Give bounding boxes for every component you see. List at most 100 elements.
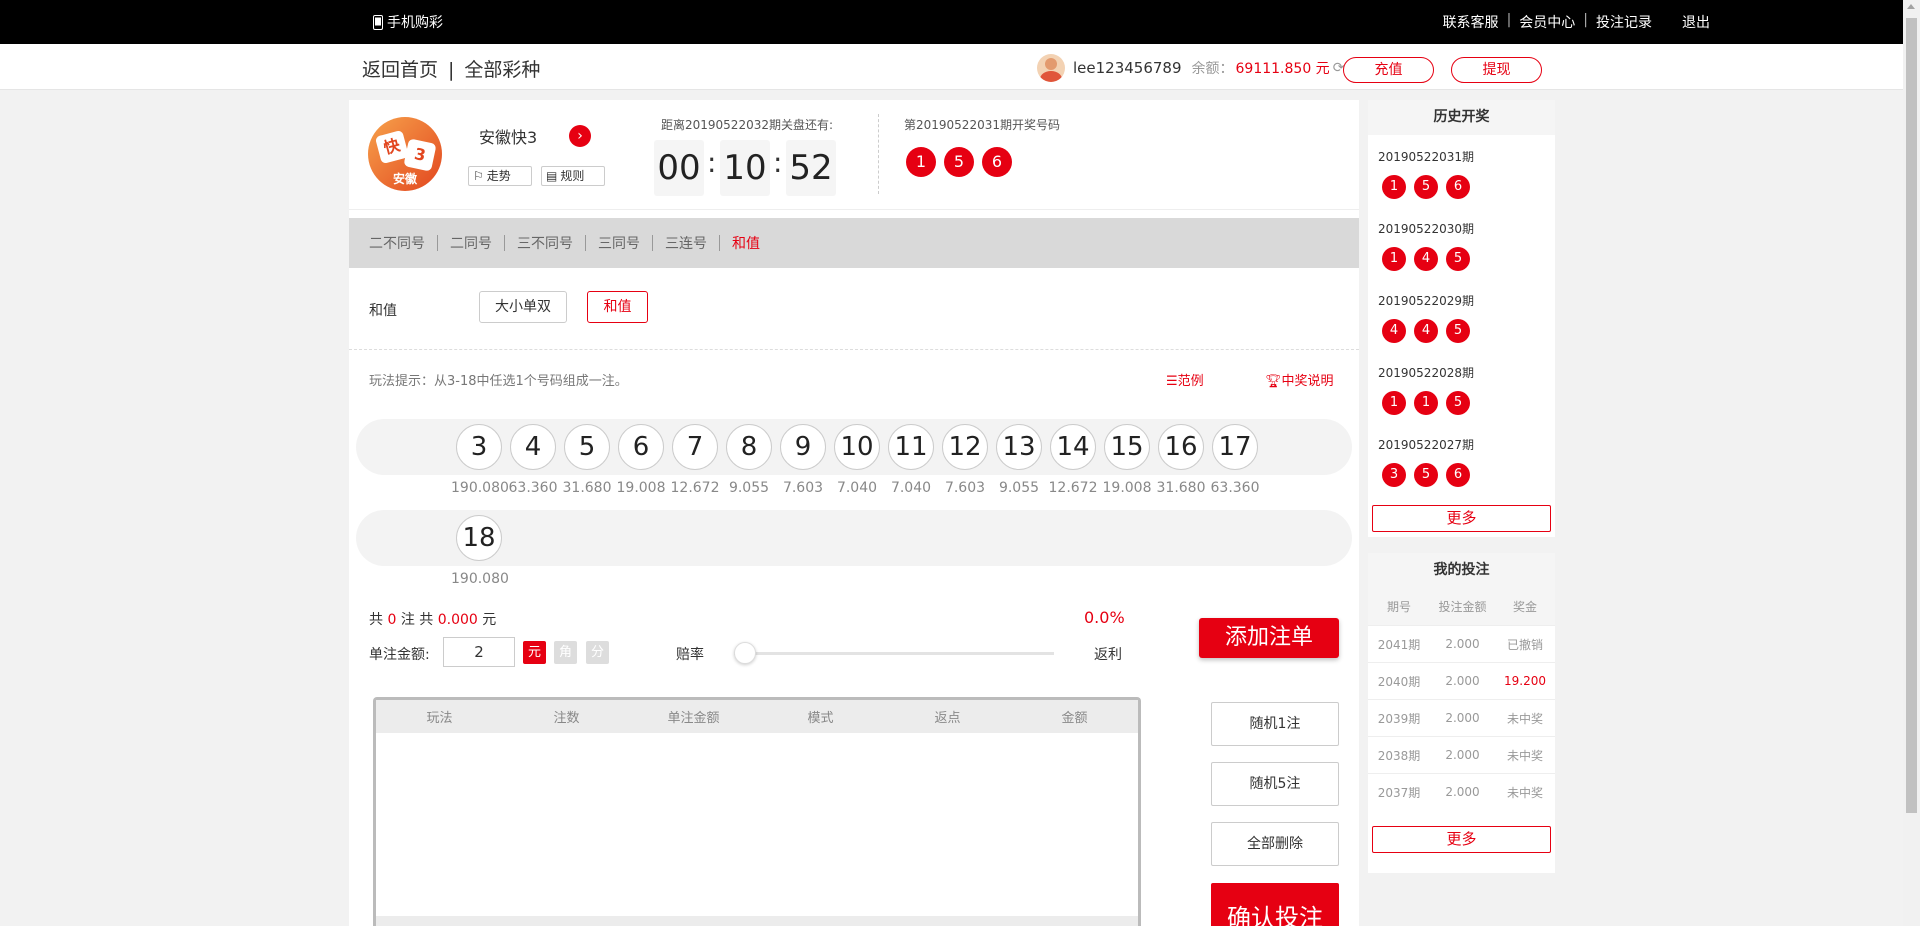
number-ball[interactable]: 4: [510, 424, 556, 470]
number-odds: 19.008: [1102, 480, 1152, 496]
unit-amount-label: 单注金额:: [369, 647, 430, 663]
withdraw-button[interactable]: 提现: [1451, 57, 1542, 83]
unit-fen[interactable]: 分: [586, 641, 609, 664]
bet-period: 2039期: [1377, 711, 1421, 726]
column-header: 奖金: [1512, 600, 1537, 614]
number-ball[interactable]: 6: [618, 424, 664, 470]
table-row[interactable]: 2039期 2.000 未中奖: [1368, 699, 1555, 736]
number-odds: 7.040: [836, 480, 878, 496]
number-odds: 12.672: [670, 480, 720, 496]
draw-ball: 1: [1382, 247, 1406, 271]
unit-amount-input[interactable]: 2: [443, 637, 515, 667]
draw-ball: 5: [1446, 319, 1470, 343]
unit-yuan[interactable]: 元: [523, 641, 546, 664]
table-row[interactable]: 2038期 2.000 未中奖: [1368, 736, 1555, 773]
draw-ball: 5: [1446, 391, 1470, 415]
scroll-up-arrow-icon[interactable]: [1907, 4, 1915, 9]
bet-prize: 未中奖: [1506, 711, 1543, 726]
recharge-button[interactable]: 充值: [1343, 57, 1434, 83]
number-ball[interactable]: 16: [1158, 424, 1204, 470]
trend-button[interactable]: ⚐ 走势: [468, 166, 532, 186]
chevron-right-icon[interactable]: ›: [569, 125, 591, 147]
logout-link[interactable]: 退出: [1660, 12, 1718, 32]
big-small-odd-even-option[interactable]: 大小单双: [479, 291, 567, 323]
tab-sum[interactable]: 和值: [720, 233, 772, 253]
random-1-button[interactable]: 随机1注: [1211, 702, 1339, 746]
tab-three-consecutive[interactable]: 三连号: [653, 233, 719, 253]
random-5-button[interactable]: 随机5注: [1211, 762, 1339, 806]
column-header: 期号: [1386, 600, 1411, 614]
document-icon: ▤: [546, 169, 558, 183]
last-draw-label: 第20190522031期开奖号码: [904, 118, 1060, 132]
number-ball[interactable]: 13: [996, 424, 1042, 470]
rebate-slider[interactable]: [734, 652, 1054, 655]
example-label: 范例: [1177, 374, 1204, 389]
page-scrollbar[interactable]: [1903, 0, 1920, 926]
confirm-bet-button[interactable]: 确认投注: [1211, 883, 1339, 926]
tab-two-same[interactable]: 二同号: [438, 233, 504, 253]
table-row[interactable]: 2040期 2.000 19.200: [1368, 662, 1555, 699]
history-period: 20190522028期: [1378, 366, 1474, 380]
table-row[interactable]: 2041期 2.000 已撤销: [1368, 625, 1555, 662]
order-table: 玩法 注数 单注金额 模式 返点 金额: [373, 697, 1141, 926]
add-order-button[interactable]: 添加注单: [1199, 618, 1339, 658]
number-ball[interactable]: 12: [942, 424, 988, 470]
bet-prize: 19.200: [1504, 674, 1546, 688]
column-header: 模式: [807, 711, 834, 726]
number-ball[interactable]: 18: [456, 515, 502, 561]
history-title: 历史开奖: [1368, 100, 1555, 135]
sum-option[interactable]: 和值: [587, 291, 648, 323]
number-ball[interactable]: 15: [1104, 424, 1150, 470]
number-ball[interactable]: 17: [1212, 424, 1258, 470]
example-link[interactable]: ☰范例: [1166, 370, 1204, 389]
rules-button[interactable]: ▤ 规则: [541, 166, 605, 186]
bet-prize: 未中奖: [1506, 748, 1543, 763]
table-row[interactable]: 2037期 2.000 未中奖: [1368, 773, 1555, 810]
draw-ball: 1: [1414, 391, 1438, 415]
order-table-footer: [376, 916, 1138, 926]
prize-info-link[interactable]: 🏆︎中奖说明: [1265, 370, 1334, 389]
draw-ball: 6: [1446, 463, 1470, 487]
unit-jiao[interactable]: 角: [554, 641, 577, 664]
bet-period: 2040期: [1377, 674, 1421, 689]
my-bets-header: 期号 投注金额 奖金: [1368, 588, 1555, 625]
number-ball[interactable]: 7: [672, 424, 718, 470]
summary-middle: 注 共: [396, 612, 438, 628]
number-ball[interactable]: 10: [834, 424, 880, 470]
bet-prize: 已撤销: [1506, 637, 1543, 652]
lottery-logo: 快 3 安徽: [368, 117, 442, 191]
number-ball[interactable]: 14: [1050, 424, 1096, 470]
draw-ball: 5: [944, 147, 974, 177]
number-ball[interactable]: 11: [888, 424, 934, 470]
number-ball[interactable]: 3: [456, 424, 502, 470]
number-ball[interactable]: 8: [726, 424, 772, 470]
tab-three-same[interactable]: 三同号: [586, 233, 652, 253]
bet-period: 2038期: [1377, 748, 1421, 763]
trend-label: 走势: [486, 169, 511, 183]
phone-icon: [373, 14, 383, 30]
number-ball[interactable]: 5: [564, 424, 610, 470]
history-more-button[interactable]: 更多: [1372, 505, 1551, 532]
customer-service-link[interactable]: 联系客服: [1435, 12, 1507, 32]
scrollbar-thumb[interactable]: [1906, 18, 1917, 813]
member-center-link[interactable]: 会员中心: [1511, 12, 1583, 32]
list-icon: ☰: [1166, 374, 1178, 389]
history-balls: 115: [1378, 391, 1474, 415]
mobile-purchase-link[interactable]: 手机购彩: [373, 12, 443, 32]
slider-handle[interactable]: [734, 642, 756, 664]
tab-two-different[interactable]: 二不同号: [369, 233, 437, 253]
tab-three-different[interactable]: 三不同号: [505, 233, 585, 253]
clear-all-button[interactable]: 全部删除: [1211, 822, 1339, 866]
all-lotteries-link[interactable]: 全部彩种: [464, 59, 540, 81]
number-row: [356, 510, 1352, 566]
number-odds: 9.055: [998, 480, 1040, 496]
countdown-colon: :: [773, 146, 783, 179]
history-item: 20190522030期 1 4 5: [1378, 220, 1474, 271]
bet-records-link[interactable]: 投注记录: [1588, 12, 1660, 32]
summary-prefix: 共: [369, 612, 388, 628]
my-bets-more-button[interactable]: 更多: [1372, 826, 1551, 853]
draw-ball: 1: [1382, 175, 1406, 199]
bet-period: 2037期: [1377, 785, 1421, 800]
home-link[interactable]: 返回首页: [362, 59, 438, 81]
number-ball[interactable]: 9: [780, 424, 826, 470]
